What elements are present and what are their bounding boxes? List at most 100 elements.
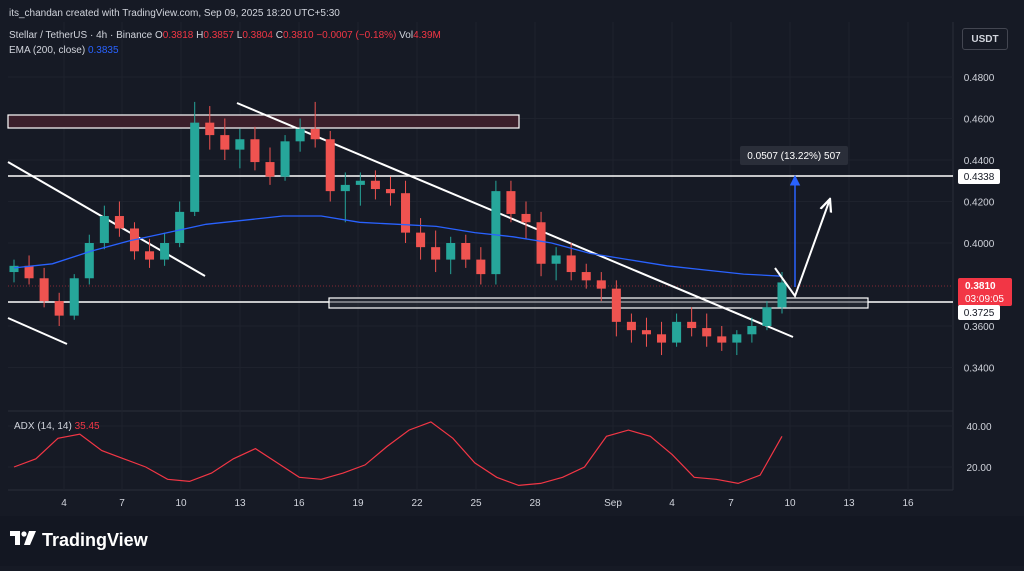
candle-body [250, 139, 260, 163]
candle-body [491, 191, 501, 275]
measure-label: 0.0507 (13.22%) 507 [747, 151, 841, 162]
candle-body [54, 301, 64, 316]
symbol-name[interactable]: Stellar / TetherUS · 4h · Binance [9, 30, 152, 41]
candle-body [461, 243, 471, 260]
time-tick-label: 4 [669, 498, 675, 509]
support-zone [328, 297, 869, 309]
currency-button[interactable]: USDT [962, 28, 1008, 50]
adx-line [13, 421, 783, 487]
footer-bar [0, 516, 1024, 566]
adx-axis: 40.00 20.00 [966, 422, 991, 474]
adx-label: ADX (14, 14) [14, 421, 72, 432]
candle-body [551, 255, 561, 264]
candle-body [99, 216, 109, 243]
time-tick-label: 25 [470, 498, 482, 509]
candle-body [205, 122, 215, 136]
price-chart[interactable]: 0.0507 (13.22%) 507 0.4800 0.4600 0.4400 0.… [0, 0, 1024, 566]
candle-body [446, 243, 456, 260]
candle-body [657, 334, 667, 343]
time-tick-label: 7 [728, 498, 734, 509]
change-value: −0.0007 (−0.18%) [316, 30, 397, 41]
price-tick-label: 0.3600 [964, 322, 995, 333]
candle-body [732, 334, 742, 343]
symbol-legend: Stellar / TetherUS · 4h · Binance O0.381… [9, 30, 441, 41]
time-tick-label: 19 [352, 498, 364, 509]
candle-body [39, 278, 49, 302]
resistance-price-text: 0.4338 [964, 172, 995, 183]
time-tick-label: 16 [902, 498, 914, 509]
price-tick-label: 0.3400 [964, 364, 995, 375]
candle [280, 135, 290, 181]
candle-body [235, 139, 245, 150]
candle-body [325, 139, 335, 192]
price-axis[interactable]: 0.4800 0.4600 0.4400 0.4200 0.4000 0.3600 0.34… [964, 73, 995, 375]
candle-body [355, 180, 365, 185]
price-tick-label: 0.4400 [964, 156, 995, 167]
candle-body [611, 288, 621, 322]
candle-body [641, 330, 651, 335]
price-tick-label: 0.4000 [964, 239, 995, 250]
close-value: 0.3810 [282, 30, 314, 41]
ema-legend[interactable]: EMA (200, close) 0.3835 [9, 45, 119, 56]
candle-body [626, 321, 636, 331]
candle-body [9, 265, 19, 273]
candle-body [385, 189, 395, 194]
candle-body [280, 141, 290, 177]
candle-body [476, 259, 486, 275]
high-value: 0.3857 [203, 30, 234, 41]
time-tick-label: Sep [604, 498, 622, 509]
candle-body [370, 180, 380, 190]
adx-value: 35.45 [74, 421, 100, 432]
price-tick-label: 0.4600 [964, 115, 995, 126]
chart-frame: 0.0507 (13.22%) 507 0.4800 0.4600 0.4400 0.… [0, 0, 1024, 566]
tradingview-logo[interactable]: TradingView [10, 529, 148, 552]
ema-value: 0.3835 [87, 45, 119, 56]
candle-body [84, 243, 94, 279]
adx-tick-label: 40.00 [966, 422, 991, 433]
tradingview-logo-icon [10, 529, 36, 552]
candle-body [145, 251, 155, 260]
time-tick-label: 13 [843, 498, 855, 509]
bar-countdown-text: 03:09:05 [965, 294, 1004, 305]
candle-body [69, 278, 79, 316]
candle [325, 130, 335, 202]
adx-legend[interactable]: ADX (14, 14) 35.45 [14, 421, 100, 432]
resistance-zone [7, 114, 520, 129]
time-tick-label: 28 [529, 498, 541, 509]
low-value: 0.3804 [242, 30, 273, 41]
vol-label: Vol [399, 30, 414, 41]
chart-attribution: its_chandan created with TradingView.com… [9, 8, 340, 19]
support-price-text: 0.3725 [964, 308, 995, 319]
candle-body [536, 222, 546, 264]
candle-body [160, 243, 170, 260]
candle-body [702, 328, 712, 337]
candle-body [340, 184, 350, 192]
time-tick-label: 10 [784, 498, 796, 509]
time-tick-label: 22 [411, 498, 423, 509]
price-tick-label: 0.4800 [964, 73, 995, 84]
candle-body [416, 232, 426, 248]
time-axis[interactable]: 4 7 10 13 16 19 22 25 28 Sep 4 7 10 13 16 [61, 498, 914, 509]
candle-body [762, 307, 772, 326]
candle-body [747, 326, 757, 335]
candle-body [401, 193, 411, 233]
candle-body [175, 211, 185, 243]
candle-body [777, 282, 787, 308]
candle-body [717, 336, 727, 343]
candle-body [310, 128, 320, 140]
candle-body [596, 280, 606, 289]
candle-body [566, 255, 576, 273]
candle [69, 274, 79, 320]
candle-body [114, 216, 124, 229]
time-tick-label: 16 [293, 498, 305, 509]
candle-body [190, 122, 200, 212]
candle-body [431, 247, 441, 260]
candle-body [672, 321, 682, 343]
time-tick-label: 13 [234, 498, 246, 509]
vol-value: 4.39M [413, 30, 441, 41]
adx-tick-label: 20.00 [966, 463, 991, 474]
candle-body [581, 272, 591, 281]
adx-grid [8, 425, 953, 468]
candle-body [24, 265, 34, 279]
candle-body [687, 321, 697, 329]
